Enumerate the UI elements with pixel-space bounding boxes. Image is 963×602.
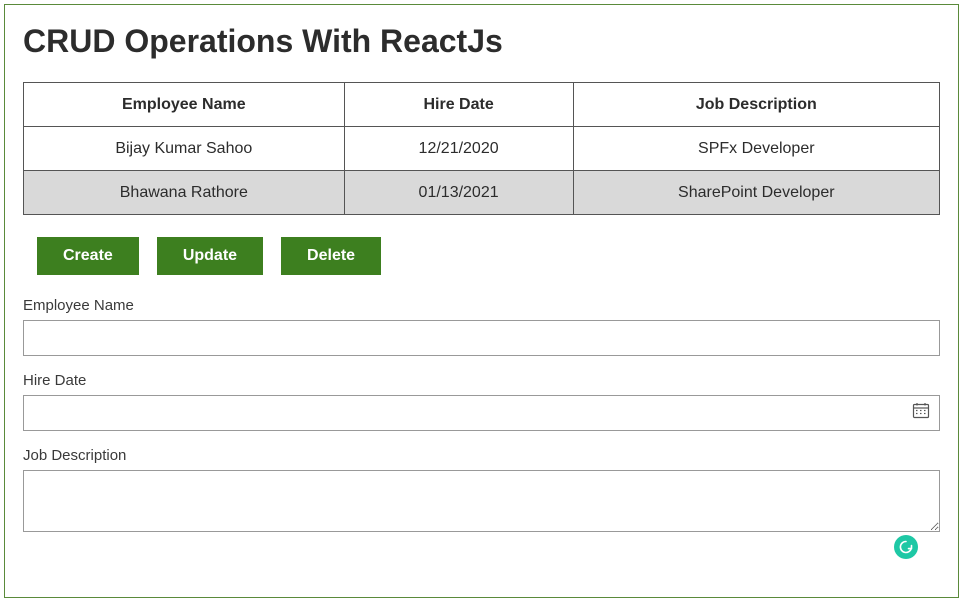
- employee-table: Employee Name Hire Date Job Description …: [23, 82, 940, 215]
- delete-button[interactable]: Delete: [281, 237, 381, 275]
- cell-job: SharePoint Developer: [573, 171, 939, 215]
- action-button-row: Create Update Delete: [37, 237, 940, 275]
- col-header-job: Job Description: [573, 83, 939, 127]
- grammarly-icon[interactable]: [894, 535, 918, 559]
- label-hire-date: Hire Date: [23, 372, 940, 389]
- table-header-row: Employee Name Hire Date Job Description: [24, 83, 940, 127]
- textarea-job-description[interactable]: [23, 470, 940, 532]
- field-hire-date: Hire Date: [23, 372, 940, 431]
- create-button[interactable]: Create: [37, 237, 139, 275]
- date-input-wrapper: [23, 395, 940, 431]
- field-employee-name: Employee Name: [23, 297, 940, 356]
- input-employee-name[interactable]: [23, 320, 940, 356]
- cell-name: Bijay Kumar Sahoo: [24, 127, 345, 171]
- field-job-description: Job Description: [23, 447, 940, 537]
- update-button[interactable]: Update: [157, 237, 263, 275]
- table-row[interactable]: Bhawana Rathore 01/13/2021 SharePoint De…: [24, 171, 940, 215]
- label-employee-name: Employee Name: [23, 297, 940, 314]
- cell-job: SPFx Developer: [573, 127, 939, 171]
- page-frame: CRUD Operations With ReactJs Employee Na…: [4, 4, 959, 598]
- col-header-name: Employee Name: [24, 83, 345, 127]
- cell-hire-date: 01/13/2021: [344, 171, 573, 215]
- page-title: CRUD Operations With ReactJs: [23, 23, 940, 60]
- cell-name: Bhawana Rathore: [24, 171, 345, 215]
- table-row[interactable]: Bijay Kumar Sahoo 12/21/2020 SPFx Develo…: [24, 127, 940, 171]
- col-header-date: Hire Date: [344, 83, 573, 127]
- cell-hire-date: 12/21/2020: [344, 127, 573, 171]
- label-job-description: Job Description: [23, 447, 940, 464]
- input-hire-date[interactable]: [23, 395, 940, 431]
